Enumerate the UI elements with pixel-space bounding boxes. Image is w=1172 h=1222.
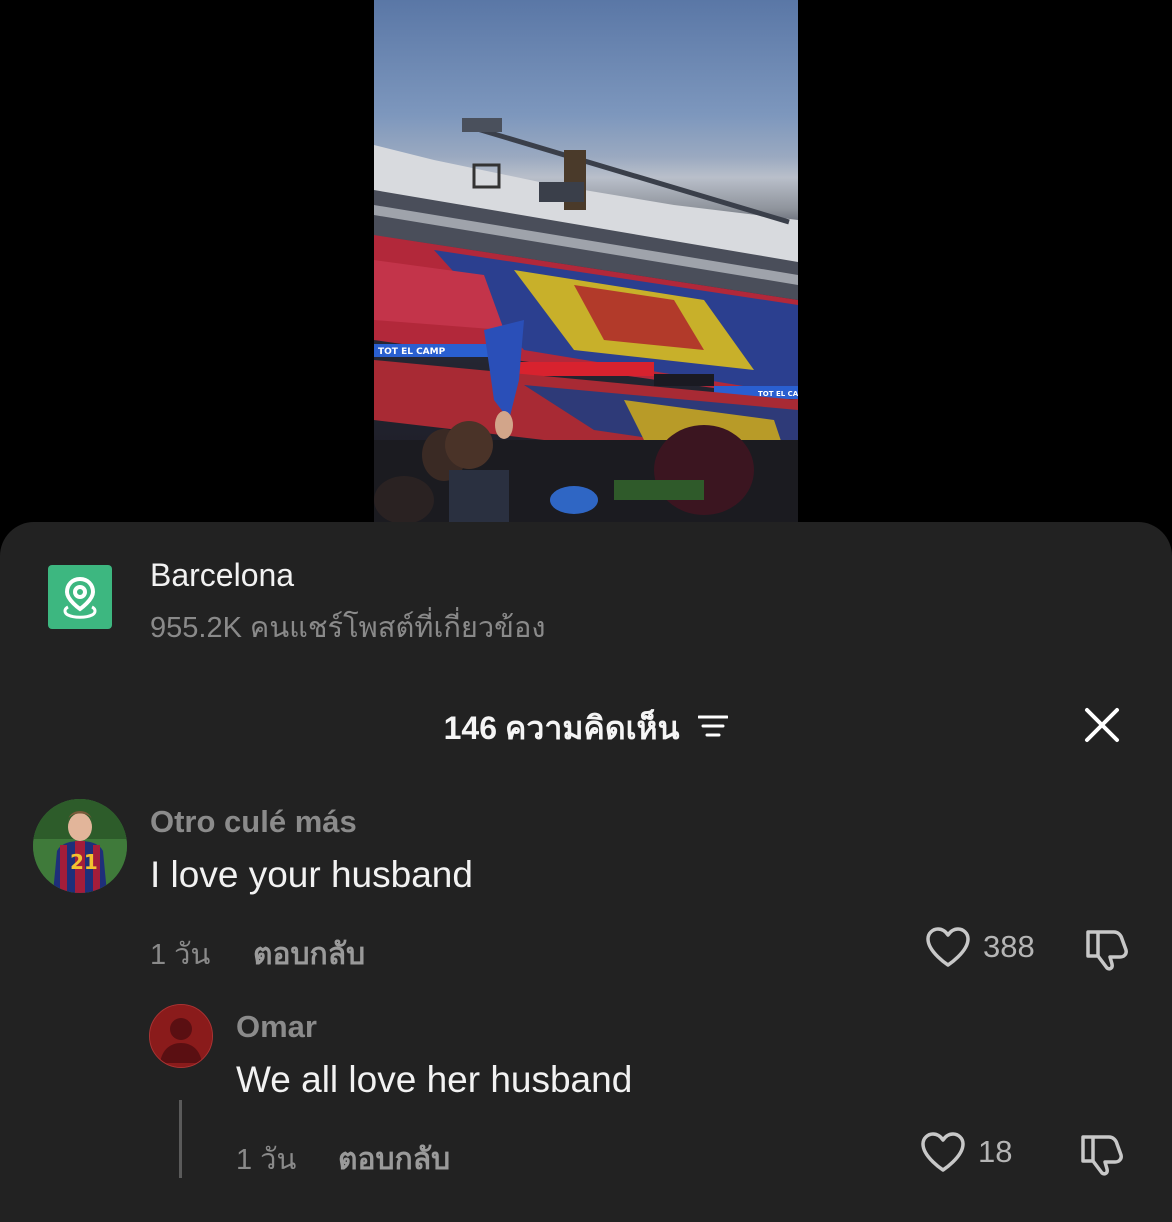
comment-timestamp: 1 วัน (150, 939, 211, 971)
video-player[interactable]: TOT EL CAMP TOT EL CAMP (374, 0, 798, 522)
avatar[interactable] (149, 1004, 213, 1068)
dislike-button[interactable] (1084, 926, 1132, 977)
shares-count: 955.2K (150, 612, 242, 644)
comment-text: I love your husband (150, 854, 473, 895)
location-title[interactable]: Barcelona (150, 557, 294, 594)
like-count: 18 (978, 1134, 1013, 1169)
map-pin-icon[interactable] (48, 565, 112, 629)
thumbs-down-icon (1081, 1135, 1123, 1176)
dislike-button[interactable] (1079, 1131, 1127, 1182)
shares-label: คนแชร์โพสต์ที่เกี่ยวข้อง (249, 612, 546, 644)
location-subtitle: 955.2K คนแชร์โพสต์ที่เกี่ยวข้อง (150, 604, 546, 650)
stadium-scene-image: TOT EL CAMP TOT EL CAMP (374, 118, 798, 522)
comment-username[interactable]: Omar (236, 1009, 317, 1045)
heart-icon (921, 1132, 965, 1172)
comments-count: 146 (443, 710, 497, 746)
comments-label: ความคิดเห็น (504, 710, 680, 746)
like-count: 388 (983, 929, 1035, 964)
close-button[interactable] (1080, 703, 1124, 747)
comment-timestamp: 1 วัน (236, 1144, 297, 1176)
svg-text:21: 21 (70, 850, 98, 874)
reply-button[interactable]: ตอบกลับ (253, 931, 365, 978)
comment-text: We all love her husband (236, 1059, 633, 1100)
close-icon (1085, 708, 1119, 742)
filter-icon[interactable] (697, 709, 729, 746)
comment-username[interactable]: Otro culé más (150, 804, 357, 840)
avatar[interactable]: 21 (33, 799, 127, 893)
thumbs-down-icon (1086, 930, 1128, 971)
banner-left-text: TOT EL CAMP (378, 347, 446, 357)
heart-icon (926, 927, 970, 967)
thread-line (179, 1100, 182, 1178)
like-button[interactable]: 18 (920, 1131, 1012, 1173)
reply-button[interactable]: ตอบกลับ (338, 1136, 450, 1183)
comments-header: 146 ความคิดเห็น (0, 703, 1172, 754)
like-button[interactable]: 388 (925, 926, 1035, 968)
